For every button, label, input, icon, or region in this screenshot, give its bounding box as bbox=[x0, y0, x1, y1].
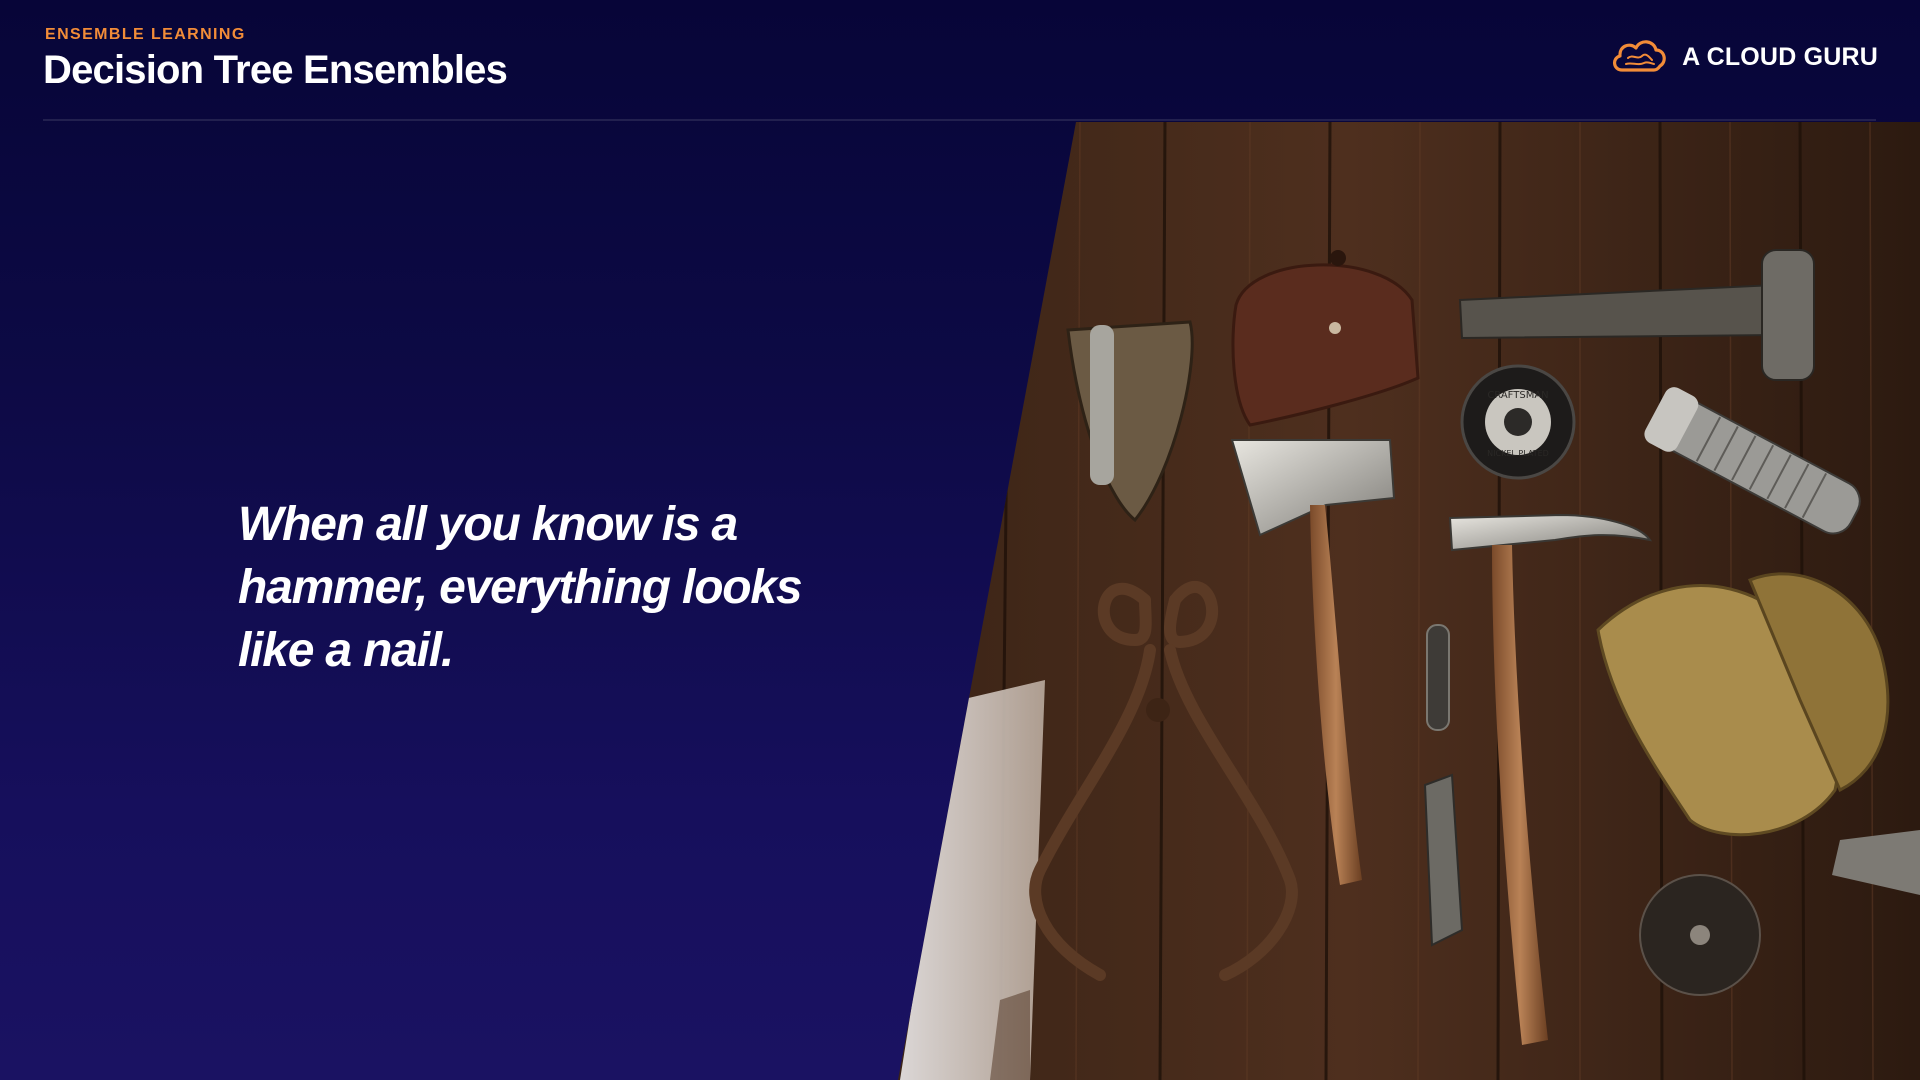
tools-photo: CRAFTSMAN NICKEL PLATED bbox=[898, 122, 1920, 1080]
tape-brand-text: CRAFTSMAN bbox=[1487, 390, 1548, 401]
tape-subtext: NICKEL PLATED bbox=[1487, 449, 1549, 458]
